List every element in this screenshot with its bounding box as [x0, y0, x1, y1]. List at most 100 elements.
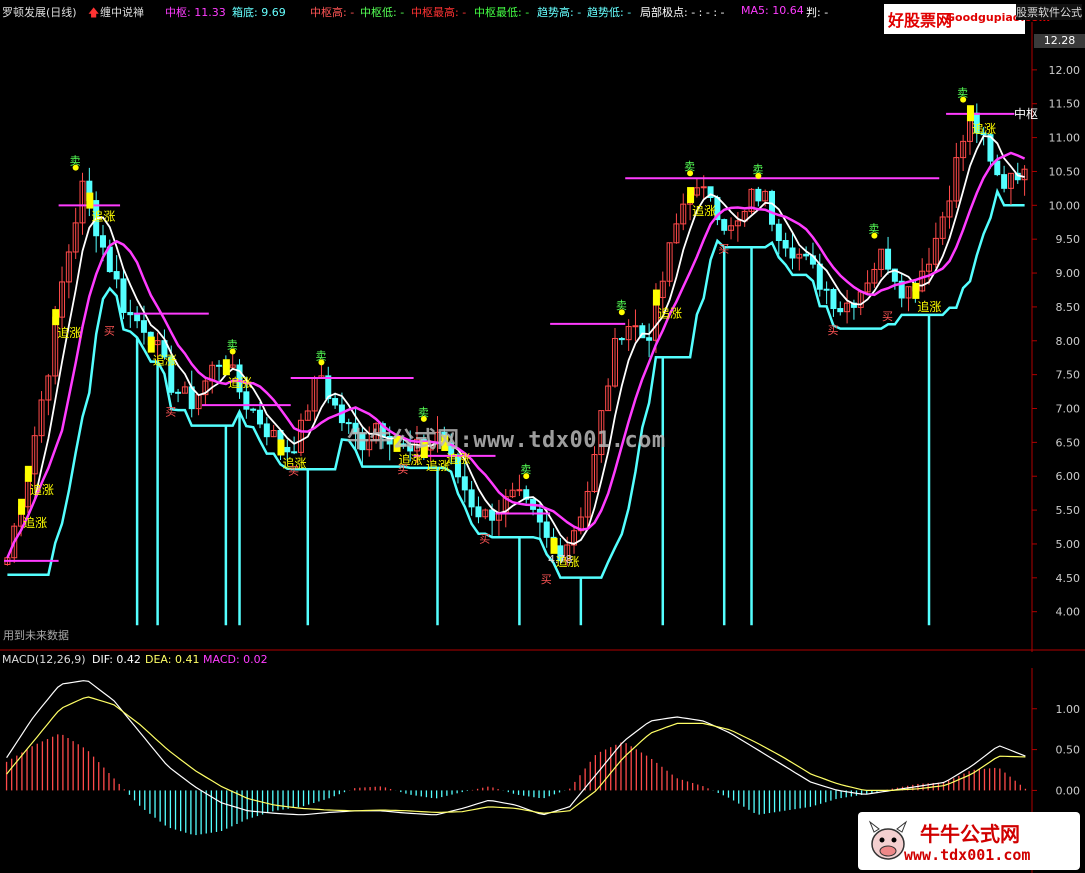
header-item-2: 中枢高: -: [310, 6, 355, 19]
logo-goodgupiao: 好股票网 Goodgupiao.com: [884, 4, 1050, 34]
candle-body: [803, 253, 810, 257]
sell-label-8: 卖: [868, 223, 879, 236]
signal-label-1: 追涨: [30, 482, 54, 497]
candle-body: [284, 446, 291, 453]
signal-label-11: 追涨: [658, 306, 682, 321]
header-item-9: MA5: 10.64: [741, 4, 804, 17]
dif-line: [6, 680, 1026, 816]
header-item-8: 局部极点: - : - : -: [640, 6, 725, 19]
candle-body: [700, 186, 707, 189]
signal-block-1: [24, 465, 32, 482]
price-tick-label-16: 12.00: [1049, 64, 1081, 77]
header-item-1: 箱底: 9.69: [232, 6, 286, 19]
sell-label-6: 卖: [684, 160, 695, 173]
signal-block-0: [18, 498, 26, 515]
ma-line: [6, 135, 1025, 559]
price-tick-label-14: 11.00: [1049, 132, 1081, 145]
buy-label-0: 买: [104, 325, 115, 338]
signal-block-13: [912, 282, 920, 299]
buy-label-1: 买: [165, 405, 176, 418]
candle-body: [769, 190, 775, 225]
price-tick-label-7: 7.50: [1056, 369, 1081, 382]
sell-label-4: 卖: [520, 463, 531, 476]
candle-body: [99, 235, 106, 248]
buy-label-2: 买: [288, 465, 299, 478]
last-price-tag: 12.28: [1034, 34, 1085, 48]
buy-label-8: 买: [882, 310, 893, 323]
signal-label-14: 追涨: [972, 121, 996, 136]
macd-header: MACD(12,26,9) DIF: 0.42 DEA: 0.41 MACD: …: [0, 652, 1030, 668]
logo-top-title: 好股票网: [888, 11, 953, 30]
signal-label-4: 追涨: [153, 353, 177, 368]
price-tick-label-10: 9.00: [1056, 267, 1081, 280]
candle-body: [257, 409, 263, 425]
candle-body: [994, 160, 1001, 176]
candle-body: [175, 391, 182, 394]
price-tick-label-13: 10.50: [1049, 165, 1081, 178]
candle-body: [816, 263, 823, 290]
price-tick-label-1: 4.50: [1056, 572, 1081, 585]
candle-body: [140, 320, 147, 333]
candle-body: [823, 288, 830, 291]
header-item-6: 趋势高: -: [537, 6, 582, 19]
sell-label-3: 卖: [418, 406, 429, 419]
candle-body: [134, 314, 141, 322]
signal-block-14: [966, 105, 974, 122]
signal-block-4: [147, 336, 155, 353]
indicator-name: 缠中说禅: [100, 6, 144, 19]
buy-label-4: 买: [479, 532, 490, 545]
buy-label-6: 买: [718, 242, 729, 255]
macd-dea-value: DEA: 0.41: [145, 653, 200, 666]
stock-name: 罗顿发展(日线): [2, 6, 77, 19]
candle-body: [632, 325, 639, 328]
price-tick-label-3: 5.50: [1056, 504, 1081, 517]
price-tick-label-2: 5.00: [1056, 538, 1081, 551]
trend-step-line: [7, 187, 1025, 579]
candle-body: [468, 489, 475, 508]
macd-dif-value: DIF: 0.42: [92, 653, 141, 666]
price-tick-label-12: 10.00: [1049, 199, 1081, 212]
candle-body: [721, 219, 728, 231]
candle-body: [830, 289, 837, 310]
candle-body: [775, 223, 782, 242]
candle-body: [618, 337, 625, 341]
sell-label-5: 卖: [616, 299, 627, 312]
price-tick-label-0: 4.00: [1056, 606, 1081, 619]
candle-body: [782, 240, 789, 249]
up-arrow-icon: 🡅: [88, 6, 100, 19]
macd-tick-label-0: 0.00: [1056, 784, 1081, 797]
sell-label-0: 卖: [70, 155, 81, 168]
header-item-0: 中枢: 11.33: [165, 6, 226, 19]
candle-body: [489, 509, 496, 521]
signal-label-3: 追涨: [91, 209, 115, 224]
sell-label-9: 卖: [957, 87, 968, 100]
candle-body: [250, 408, 257, 411]
candle-body: [755, 188, 762, 202]
zhongshu-right-label: 中枢: [1014, 106, 1038, 121]
signal-label-2: 追涨: [57, 325, 81, 340]
price-tick-label-4: 6.00: [1056, 470, 1081, 483]
signal-block-6: [277, 439, 285, 456]
candle-body: [837, 308, 844, 313]
candle-body: [789, 247, 796, 259]
signal-block-5: [222, 359, 230, 376]
signal-block-2: [52, 309, 60, 326]
main-price-chart[interactable]: 4.00 4.50 5.00 5.50 6.00 6.50 7.00 7.50 8.00 8.50…: [0, 22, 1085, 652]
header-item-10: 判: -: [806, 6, 829, 19]
macd-name: MACD(12,26,9): [2, 653, 86, 666]
sell-label-7: 卖: [752, 163, 763, 176]
candle-body: [113, 271, 120, 280]
candle-body: [543, 521, 550, 538]
candle-body: [263, 423, 270, 438]
signal-block-12: [687, 187, 695, 204]
candle-body: [120, 278, 127, 313]
signal-label-0: 追涨: [23, 515, 47, 530]
candle-body: [885, 248, 892, 270]
candle-body: [127, 311, 134, 316]
dea-line: [6, 696, 1026, 814]
software-label: 股票软件公式: [1016, 4, 1082, 20]
price-tick-label-6: 7.00: [1056, 403, 1081, 416]
price-tick-label-15: 11.50: [1049, 98, 1081, 111]
price-tick-label-9: 8.50: [1056, 301, 1081, 314]
price-tick-label-11: 9.50: [1056, 233, 1081, 246]
